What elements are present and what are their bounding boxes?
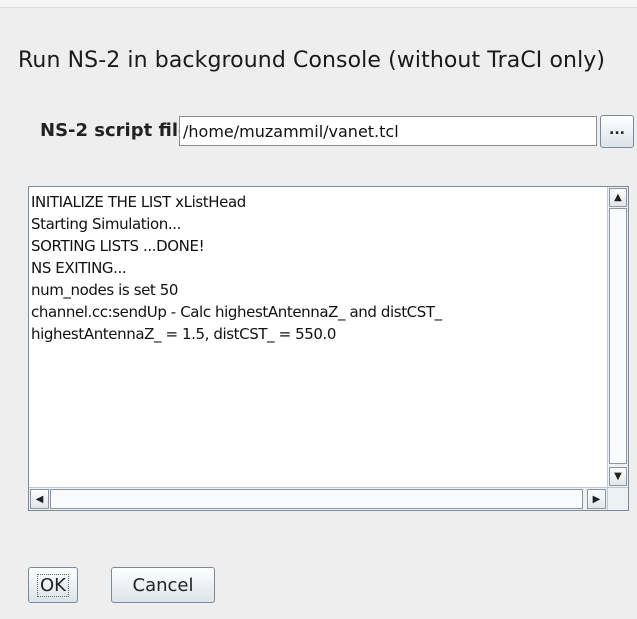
triangle-up-icon: ▲ [614,192,622,203]
scroll-up-button[interactable]: ▲ [609,188,627,207]
console-line: INITIALIZE THE LIST xListHead [31,193,246,211]
triangle-right-icon: ▶ [592,493,601,505]
dialog-title: Run NS-2 in background Console (without … [18,48,606,73]
ok-button[interactable]: OK [28,567,78,603]
script-file-input[interactable] [179,116,597,146]
cancel-button[interactable]: Cancel [111,567,215,603]
console-line: NS EXITING... [31,259,127,277]
horizontal-scrollbar[interactable]: ◀ ▶ [29,487,607,510]
horizontal-scroll-thumb[interactable] [50,489,583,509]
triangle-down-icon: ▼ [614,471,622,482]
scroll-left-button[interactable]: ◀ [30,489,49,509]
triangle-left-icon: ◀ [35,493,44,505]
scrollbar-corner [607,487,628,510]
console-line: Starting Simulation... [31,215,182,233]
console-line: SORTING LISTS ...DONE! [31,237,205,255]
console-output-area[interactable]: INITIALIZE THE LIST xListHead Starting S… [28,186,629,511]
scroll-down-button[interactable]: ▼ [609,467,627,486]
script-file-label: NS-2 script file: [40,120,198,141]
vertical-scrollbar[interactable]: ▲ ▼ [607,187,628,487]
console-line: channel.cc:sendUp - Calc highestAntennaZ… [31,303,442,321]
ok-button-label: OK [37,573,69,597]
console-text[interactable]: INITIALIZE THE LIST xListHead Starting S… [29,187,607,487]
console-line: num_nodes is set 50 [31,281,179,299]
scroll-right-button[interactable]: ▶ [587,489,606,509]
vertical-scroll-thumb[interactable] [609,208,627,464]
browse-button[interactable]: ... [600,115,634,148]
console-line: highestAntennaZ_ = 1.5, distCST_ = 550.0 [31,325,337,343]
dialog-top-edge [0,0,637,8]
